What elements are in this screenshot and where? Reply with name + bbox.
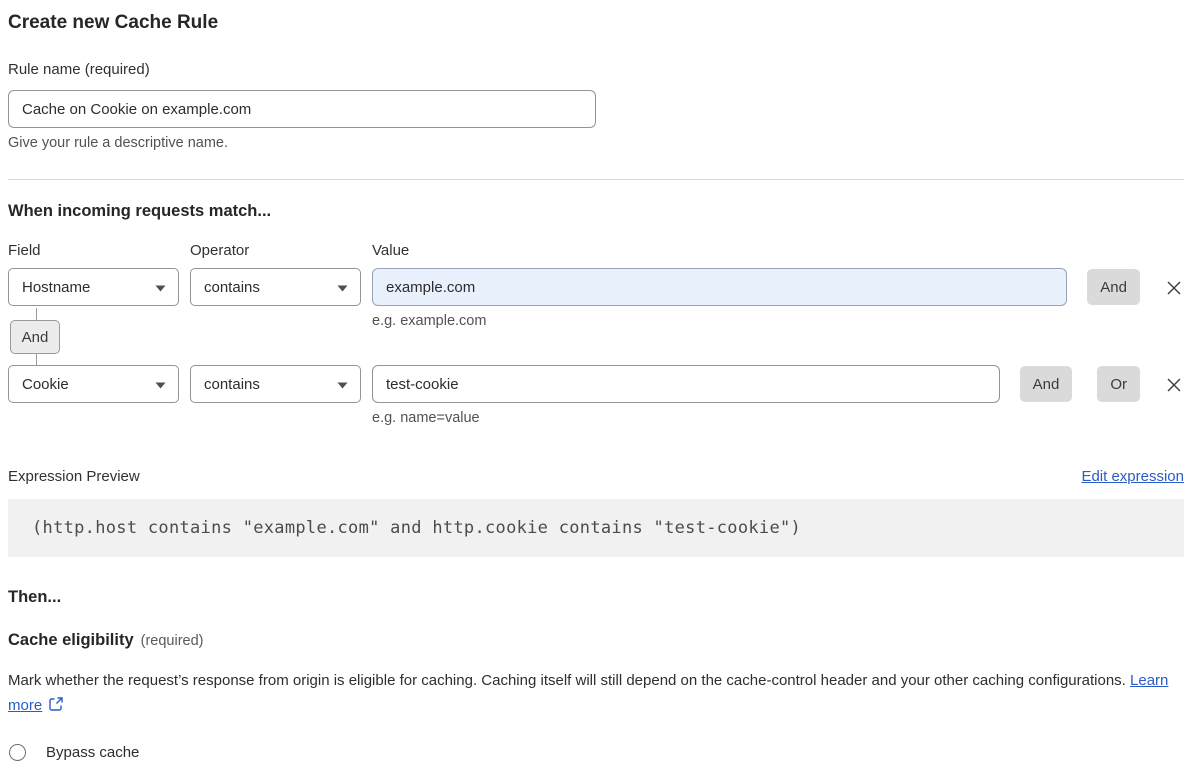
field-select-2-value: Cookie — [22, 376, 69, 393]
condition-row-1: Hostname contains e.g. example.com And — [8, 268, 1184, 329]
cache-eligibility-description: Mark whether the request’s response from… — [8, 668, 1184, 718]
condition-connector: And — [8, 308, 68, 365]
operator-select-1-value: contains — [204, 279, 260, 296]
connector-and-button[interactable]: And — [10, 320, 60, 354]
value-input-1[interactable] — [372, 268, 1067, 306]
rule-name-input[interactable] — [8, 90, 596, 128]
field-select-1[interactable]: Hostname — [8, 268, 179, 306]
operator-column-label: Operator — [190, 242, 361, 259]
remove-condition-2-button[interactable] — [1164, 375, 1184, 395]
match-heading: When incoming requests match... — [8, 200, 1184, 222]
condition-row-2: Cookie contains e.g. name=value And Or — [8, 365, 1184, 426]
rule-name-group: Rule name (required) Give your rule a de… — [8, 61, 1184, 151]
expression-code: (http.host contains "example.com" and ht… — [8, 499, 1184, 557]
condition-column-labels: Field Operator Value — [8, 242, 1184, 259]
chevron-down-icon — [155, 285, 166, 292]
field-column-label: Field — [8, 242, 179, 259]
then-heading: Then... — [8, 586, 1184, 608]
and-button-row-2[interactable]: And — [1020, 366, 1073, 402]
connector-line-top — [36, 308, 37, 320]
or-button-row-2[interactable]: Or — [1097, 366, 1140, 402]
value-column-label: Value — [372, 242, 1184, 259]
value-helper-2: e.g. name=value — [372, 410, 1000, 426]
edit-expression-link[interactable]: Edit expression — [1081, 468, 1184, 485]
section-divider — [8, 179, 1184, 180]
close-icon — [1164, 278, 1184, 298]
value-input-2[interactable] — [372, 365, 1000, 403]
radio-bypass-cache[interactable] — [9, 744, 26, 761]
field-select-2[interactable]: Cookie — [8, 365, 179, 403]
operator-select-1[interactable]: contains — [190, 268, 361, 306]
expression-header: Expression Preview Edit expression — [8, 468, 1184, 485]
connector-line-bottom — [36, 354, 37, 365]
expression-preview-label: Expression Preview — [8, 468, 140, 485]
and-button-row-1[interactable]: And — [1087, 269, 1140, 305]
operator-select-2-value: contains — [204, 376, 260, 393]
page-title: Create new Cache Rule — [8, 10, 1184, 36]
radio-bypass-cache-label[interactable]: Bypass cache — [46, 744, 139, 761]
field-select-1-value: Hostname — [22, 279, 90, 296]
rule-name-helper: Give your rule a descriptive name. — [8, 135, 1184, 151]
option-bypass-cache: Bypass cache — [8, 744, 1184, 761]
close-icon — [1164, 375, 1184, 395]
chevron-down-icon — [155, 382, 166, 389]
external-link-icon — [48, 696, 64, 712]
chevron-down-icon — [337, 285, 348, 292]
cache-eligibility-heading: Cache eligibility — [8, 631, 134, 649]
cache-eligibility-heading-row: Cache eligibility (required) — [8, 629, 1184, 652]
required-note: (required) — [141, 633, 204, 649]
description-text: Mark whether the request’s response from… — [8, 672, 1126, 689]
remove-condition-1-button[interactable] — [1164, 278, 1184, 298]
chevron-down-icon — [337, 382, 348, 389]
operator-select-2[interactable]: contains — [190, 365, 361, 403]
rule-name-label: Rule name (required) — [8, 61, 1184, 78]
value-helper-1: e.g. example.com — [372, 313, 1067, 329]
